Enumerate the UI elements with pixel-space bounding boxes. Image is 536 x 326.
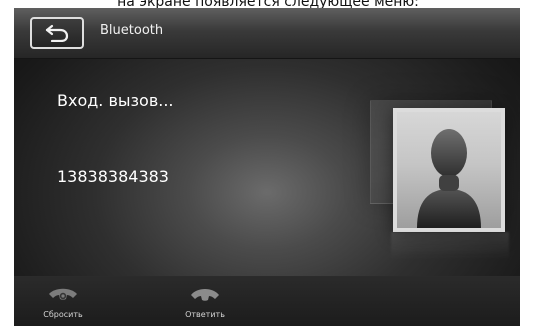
contact-placeholder-icon	[417, 129, 481, 228]
bluetooth-call-screen: Bluetooth Вход. вызов... 13838384383 Сбр…	[14, 8, 520, 326]
return-arrow-icon	[43, 24, 71, 42]
caller-number: 13838384383	[57, 167, 169, 186]
decline-call-button[interactable]: Сбросить	[26, 276, 100, 326]
answer-call-button[interactable]: Ответить	[168, 276, 242, 326]
back-button[interactable]	[30, 17, 84, 49]
avatar-reflection	[391, 232, 509, 260]
answer-phone-icon	[191, 289, 219, 301]
answer-label: Ответить	[185, 310, 225, 319]
top-bar: Bluetooth	[14, 8, 520, 59]
decline-icon-wrapper	[26, 280, 100, 306]
call-actions-bar: Сбросить Ответить	[14, 276, 520, 326]
hang-up-phone-icon	[49, 288, 77, 300]
bluetooth-title: Bluetooth	[100, 23, 164, 38]
answer-icon-wrapper	[168, 280, 242, 306]
decline-label: Сбросить	[43, 310, 83, 319]
incoming-call-status: Вход. вызов...	[57, 91, 174, 110]
contact-avatar	[393, 108, 505, 232]
